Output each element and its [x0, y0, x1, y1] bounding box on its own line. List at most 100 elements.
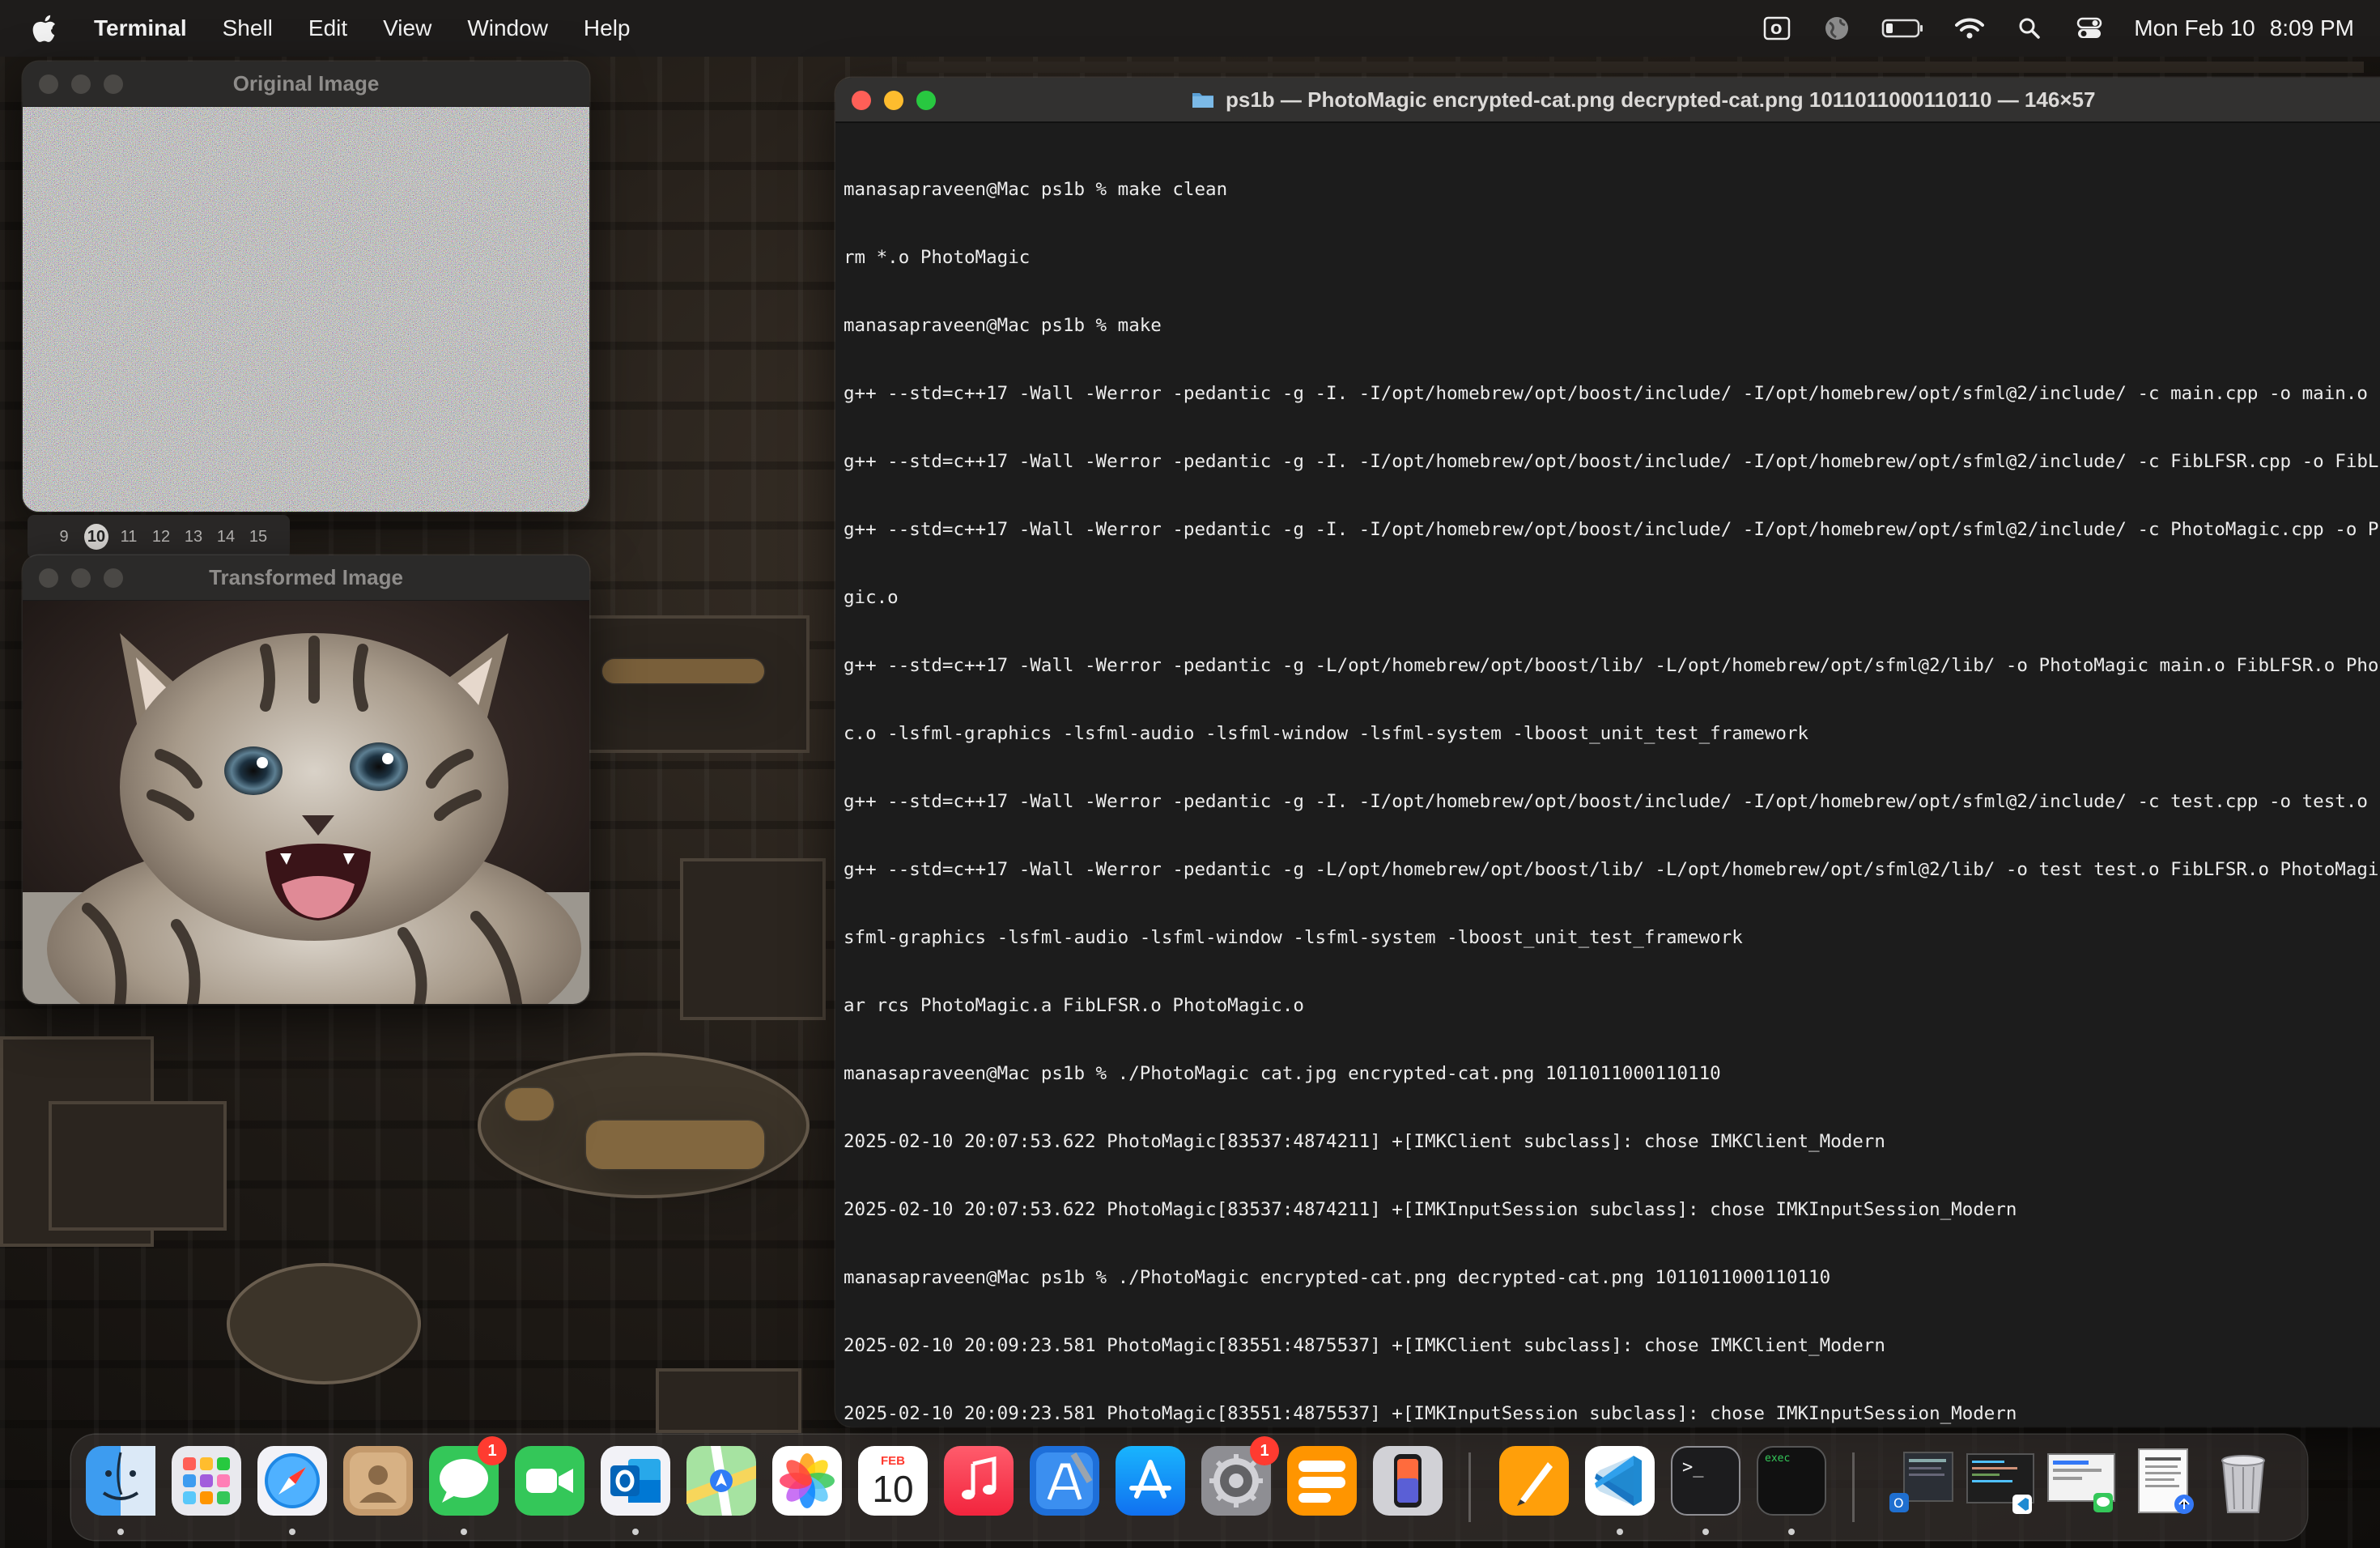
clock-time: 8:09 PM — [2269, 15, 2354, 40]
menu-app-name[interactable]: Terminal — [86, 0, 205, 57]
facetime-icon[interactable] — [515, 1446, 584, 1516]
original-image-titlebar[interactable]: Original Image — [23, 62, 589, 107]
wallpaper-building — [49, 1101, 227, 1231]
terminal-line: g++ --std=c++17 -Wall -Werror -pedantic … — [844, 655, 2380, 676]
space-tab[interactable]: 13 — [181, 528, 206, 546]
maps-icon[interactable] — [686, 1446, 756, 1516]
exec-icon[interactable]: exec — [1757, 1446, 1826, 1516]
zoom-button[interactable] — [104, 74, 123, 94]
kitten-photo — [23, 601, 589, 1004]
pages-icon[interactable] — [1499, 1446, 1569, 1516]
reminders-icon[interactable] — [1287, 1446, 1357, 1516]
minimize-button[interactable] — [71, 74, 91, 94]
terminal-line: manasapraveen@Mac ps1b % make clean — [844, 179, 1228, 200]
running-indicator — [632, 1529, 639, 1535]
app-store-icon[interactable] — [1116, 1446, 1185, 1516]
transformed-image-titlebar[interactable]: Transformed Image — [23, 555, 589, 601]
wallpaper-building — [567, 615, 810, 753]
wallpaper-building — [478, 1053, 810, 1198]
menu-window[interactable]: Window — [449, 0, 566, 57]
svg-text:O: O — [1770, 22, 1782, 38]
running-indicator — [117, 1529, 124, 1535]
running-indicator — [289, 1529, 295, 1535]
space-tab-selected[interactable]: 10 — [84, 524, 108, 550]
menu-edit[interactable]: Edit — [291, 0, 365, 57]
recent-messages-window-icon[interactable] — [2046, 1446, 2116, 1516]
minimize-button[interactable] — [71, 568, 91, 588]
window-title: Original Image — [232, 71, 380, 96]
menu-view[interactable]: View — [365, 0, 449, 57]
wallpaper-building — [656, 1368, 801, 1433]
terminal-icon[interactable]: >_ — [1671, 1446, 1740, 1516]
wallpaper-building — [227, 1263, 421, 1384]
music-icon[interactable] — [944, 1446, 1014, 1516]
finder-icon[interactable] — [86, 1446, 155, 1516]
terminal-window[interactable]: ps1b — PhotoMagic encrypted-cat.png decr… — [835, 78, 2380, 1427]
folder-icon — [1192, 93, 1213, 108]
safari-icon[interactable] — [257, 1446, 327, 1516]
notification-badge: 1 — [1250, 1436, 1279, 1465]
dock-separator — [1468, 1452, 1471, 1522]
outlook-icon[interactable]: O — [1762, 16, 1792, 40]
window-title: Transformed Image — [209, 565, 403, 589]
encrypted-noise-image — [23, 107, 589, 512]
battery-icon[interactable] — [1881, 16, 1925, 40]
running-indicator — [461, 1529, 467, 1535]
menu-help[interactable]: Help — [566, 0, 648, 57]
terminal-line: 2025-02-10 20:09:23.581 PhotoMagic[83551… — [844, 1403, 2017, 1424]
original-image-window[interactable]: Original Image — [23, 62, 589, 512]
terminal-line: 2025-02-10 20:09:23.581 PhotoMagic[83551… — [844, 1335, 1885, 1356]
terminal-line: g++ --std=c++17 -Wall -Werror -pedantic … — [844, 791, 2368, 812]
close-button[interactable] — [39, 74, 58, 94]
terminal-line: manasapraveen@Mac ps1b % make — [844, 315, 1162, 336]
terminal-output[interactable]: manasapraveen@Mac ps1b % make clean rm *… — [835, 123, 2380, 1427]
svg-text:O: O — [1893, 1495, 1904, 1511]
space-tab[interactable]: 11 — [117, 528, 141, 546]
photos-icon[interactable] — [772, 1446, 842, 1516]
calendar-icon[interactable]: FEB 10 — [858, 1446, 928, 1516]
recent-vscode-window-icon[interactable] — [1966, 1446, 2035, 1516]
terminal-titlebar[interactable]: ps1b — PhotoMagic encrypted-cat.png decr… — [835, 78, 2380, 123]
wallpaper-building — [680, 858, 826, 1020]
terminal-line: gic.o — [844, 587, 899, 608]
recent-document-icon[interactable] — [2127, 1446, 2197, 1516]
close-button[interactable] — [39, 568, 58, 588]
terminal-icon-label: >_ — [1682, 1457, 1704, 1478]
terminal-line: g++ --std=c++17 -Wall -Werror -pedantic … — [844, 859, 2380, 880]
space-tab[interactable]: 9 — [52, 528, 76, 546]
transformed-image-window[interactable]: Transformed Image — [23, 555, 589, 1004]
xcode-icon[interactable] — [1030, 1446, 1099, 1516]
running-indicator — [1788, 1529, 1795, 1535]
system-settings-icon[interactable]: 1 — [1201, 1436, 1279, 1516]
menu-shell[interactable]: Shell — [205, 0, 291, 57]
minimize-button[interactable] — [884, 91, 903, 110]
vscode-icon[interactable] — [1585, 1446, 1655, 1516]
contacts-icon[interactable] — [343, 1446, 413, 1516]
space-tab[interactable]: 15 — [246, 528, 270, 546]
exec-icon-label: exec — [1765, 1452, 1791, 1465]
wifi-icon[interactable] — [1954, 16, 1985, 40]
space-tab[interactable]: 14 — [214, 528, 238, 546]
apple-logo-icon[interactable] — [32, 15, 57, 42]
trash-icon[interactable] — [2208, 1446, 2278, 1516]
menu-clock[interactable]: Mon Feb 10 8:09 PM — [2134, 15, 2354, 41]
control-center-icon[interactable] — [2074, 16, 2105, 40]
messages-icon[interactable]: 1 — [429, 1436, 507, 1516]
space-tab[interactable]: 12 — [149, 528, 173, 546]
iphone-mirroring-icon[interactable] — [1373, 1446, 1443, 1516]
wallpaper-strip — [907, 62, 2364, 73]
terminal-line: c.o -lsfml-graphics -lsfml-audio -lsfml-… — [844, 723, 1809, 744]
terminal-line: g++ --std=c++17 -Wall -Werror -pedantic … — [844, 383, 2368, 404]
zoom-button[interactable] — [916, 91, 936, 110]
zoom-button[interactable] — [104, 568, 123, 588]
search-icon[interactable] — [2014, 16, 2045, 40]
running-indicator — [1617, 1529, 1623, 1535]
globe-icon[interactable] — [1821, 16, 1852, 40]
close-button[interactable] — [852, 91, 871, 110]
launchpad-icon[interactable] — [172, 1446, 241, 1516]
terminal-title: ps1b — PhotoMagic encrypted-cat.png decr… — [1226, 87, 2096, 112]
clock-date: Mon Feb 10 — [2134, 15, 2255, 40]
recent-outlook-window-icon[interactable]: O — [1885, 1446, 1954, 1516]
terminal-line: manasapraveen@Mac ps1b % ./PhotoMagic en… — [844, 1267, 1831, 1288]
outlook-icon[interactable] — [601, 1446, 670, 1516]
